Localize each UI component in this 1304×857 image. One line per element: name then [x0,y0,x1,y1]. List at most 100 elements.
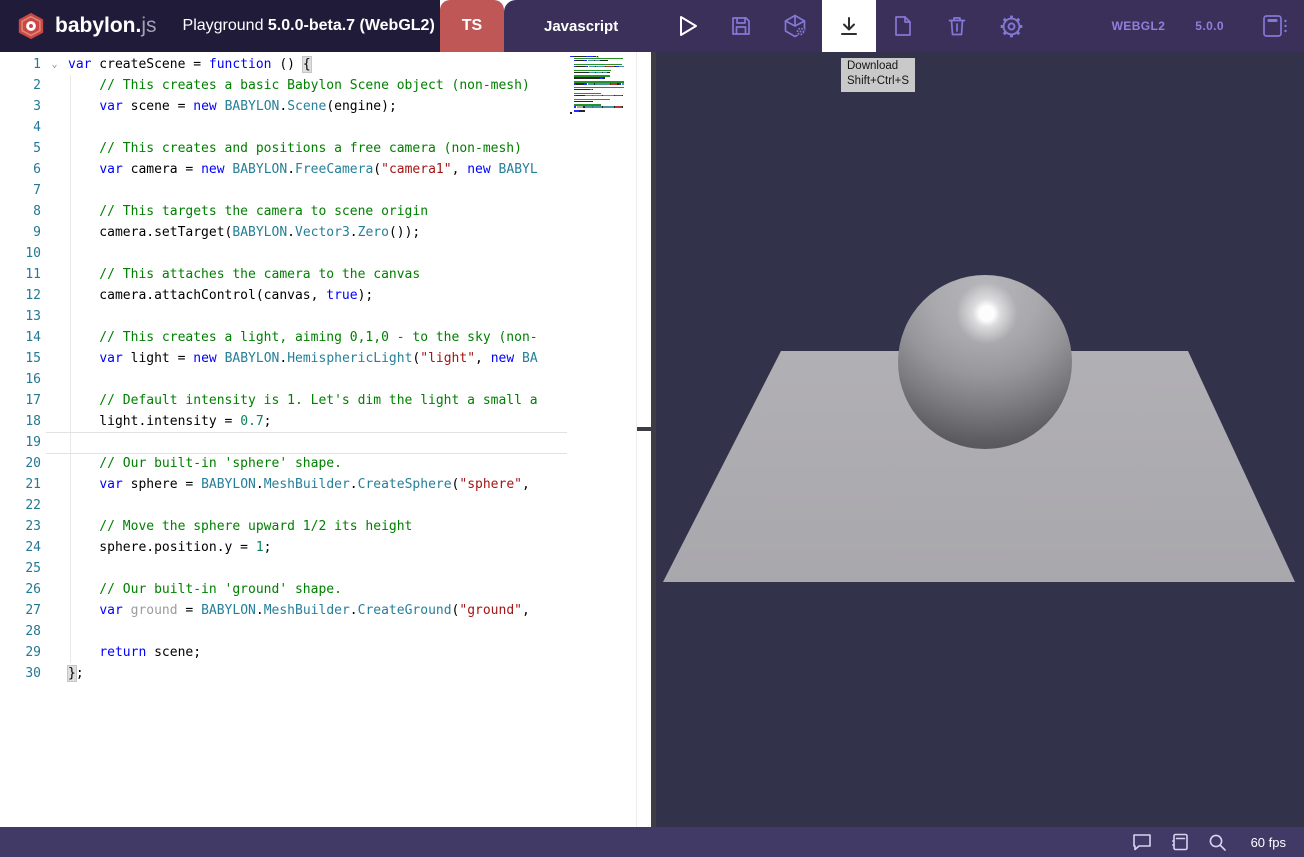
line-number: 3 [0,96,41,117]
fps-counter: 60 fps [1251,835,1286,850]
line-number: 19 [0,432,41,453]
minimap[interactable] [570,56,636,114]
code-line[interactable]: 22 [0,495,566,516]
line-number: 24 [0,537,41,558]
code-line[interactable]: 20 // Our built-in 'sphere' shape. [0,453,566,474]
code-line[interactable]: 14 // This creates a light, aiming 0,1,0… [0,327,566,348]
code-line[interactable]: 25 [0,558,566,579]
line-number: 8 [0,201,41,222]
line-number: 13 [0,306,41,327]
search-icon[interactable] [1207,832,1228,853]
download-icon [837,14,861,38]
language-selector[interactable]: Javascript [544,18,618,35]
code-line[interactable]: 2 // This creates a basic Babylon Scene … [0,75,566,96]
code-line[interactable]: 10 [0,243,566,264]
settings-button[interactable] [984,0,1038,52]
status-bar: 60 fps [0,827,1304,857]
toolbar-right: WEBGL2 5.0.0 [1112,0,1304,52]
line-number: 25 [0,558,41,579]
line-number: 28 [0,621,41,642]
sphere-mesh [898,275,1072,449]
babylon-logo[interactable] [16,11,46,41]
code-editor[interactable]: 1⌄var createScene = function () {2 // Th… [0,52,637,827]
code-line[interactable]: 15 var light = new BABYLON.HemisphericLi… [0,348,566,369]
line-number: 4 [0,117,41,138]
code-line[interactable]: 13 [0,306,566,327]
babylon-playground: babylon.js Playground 5.0.0-beta.7 (WebG… [0,0,1304,857]
splitter-gutter[interactable] [637,52,651,827]
code-lines[interactable]: 1⌄var createScene = function () {2 // Th… [0,54,566,684]
code-line[interactable]: 24 sphere.position.y = 1; [0,537,566,558]
main-area: 1⌄var createScene = function () {2 // Th… [0,52,1304,827]
gear-icon [999,14,1024,39]
line-number: 6 [0,159,41,180]
trash-icon [945,14,969,38]
examples-button[interactable] [1254,0,1294,52]
new-file-icon [891,14,915,38]
run-button[interactable] [660,0,714,52]
code-line[interactable]: 1⌄var createScene = function () { [0,54,566,75]
fold-chevron-icon[interactable]: ⌄ [41,54,68,75]
play-icon [673,12,701,40]
inspector-button[interactable] [768,0,822,52]
save-button[interactable] [714,0,768,52]
line-number: 10 [0,243,41,264]
code-line[interactable]: 19 [0,432,566,453]
engine-version-label: 5.0.0 [1195,19,1224,33]
splitter[interactable] [637,52,656,827]
header-brand-area: babylon.js Playground 5.0.0-beta.7 (WebG… [0,0,440,52]
code-line[interactable]: 4 [0,117,566,138]
code-line[interactable]: 12 camera.attachControl(canvas, true); [0,285,566,306]
code-line[interactable]: 21 var sphere = BABYLON.MeshBuilder.Crea… [0,474,566,495]
line-number: 2 [0,75,41,96]
code-line[interactable]: 16 [0,369,566,390]
splitter-handle[interactable] [637,427,651,431]
line-number: 5 [0,138,41,159]
line-number: 27 [0,600,41,621]
top-toolbar: babylon.js Playground 5.0.0-beta.7 (WebG… [0,0,1304,52]
line-number: 16 [0,369,41,390]
code-line[interactable]: 9 camera.setTarget(BABYLON.Vector3.Zero(… [0,222,566,243]
code-line[interactable]: 17 // Default intensity is 1. Let's dim … [0,390,566,411]
code-line[interactable]: 7 [0,180,566,201]
render-canvas[interactable] [656,52,1304,827]
save-icon [729,14,753,38]
code-line[interactable]: 23 // Move the sphere upward 1/2 its hei… [0,516,566,537]
line-number: 26 [0,579,41,600]
code-line[interactable]: 26 // Our built-in 'ground' shape. [0,579,566,600]
code-line[interactable]: 3 var scene = new BABYLON.Scene(engine); [0,96,566,117]
docs-icon[interactable] [1170,832,1190,852]
line-number: 29 [0,642,41,663]
code-line[interactable]: 27 var ground = BABYLON.MeshBuilder.Crea… [0,600,566,621]
download-button[interactable] [822,0,876,52]
code-line[interactable]: 11 // This attaches the camera to the ca… [0,264,566,285]
line-number: 30 [0,663,41,684]
line-number: 14 [0,327,41,348]
code-line[interactable]: 30}; [0,663,566,684]
line-number: 21 [0,474,41,495]
examples-icon [1259,13,1289,39]
page-title: Playground 5.0.0-beta.7 (WebGL2) [183,17,435,35]
webgl-label: WEBGL2 [1112,19,1166,33]
clear-button[interactable] [930,0,984,52]
code-line[interactable]: 18 light.intensity = 0.7; [0,411,566,432]
code-line[interactable]: 5 // This creates and positions a free c… [0,138,566,159]
code-line[interactable]: 29 return scene; [0,642,566,663]
code-line[interactable]: 6 var camera = new BABYLON.FreeCamera("c… [0,159,566,180]
comment-icon[interactable] [1131,832,1153,852]
line-number: 20 [0,453,41,474]
line-number: 7 [0,180,41,201]
line-number: 23 [0,516,41,537]
code-line[interactable]: 28 [0,621,566,642]
typescript-tab[interactable]: TS [440,0,504,52]
brand-text: babylon.js [55,14,157,38]
new-button[interactable] [876,0,930,52]
line-number: 9 [0,222,41,243]
line-number: 22 [0,495,41,516]
line-number: 15 [0,348,41,369]
code-line[interactable]: 8 // This targets the camera to scene or… [0,201,566,222]
toolbar-main: Javascript [504,0,1304,52]
tooltip-shortcut: Shift+Ctrl+S [847,74,909,89]
line-number: 18 [0,411,41,432]
tooltip-title: Download [847,59,909,74]
